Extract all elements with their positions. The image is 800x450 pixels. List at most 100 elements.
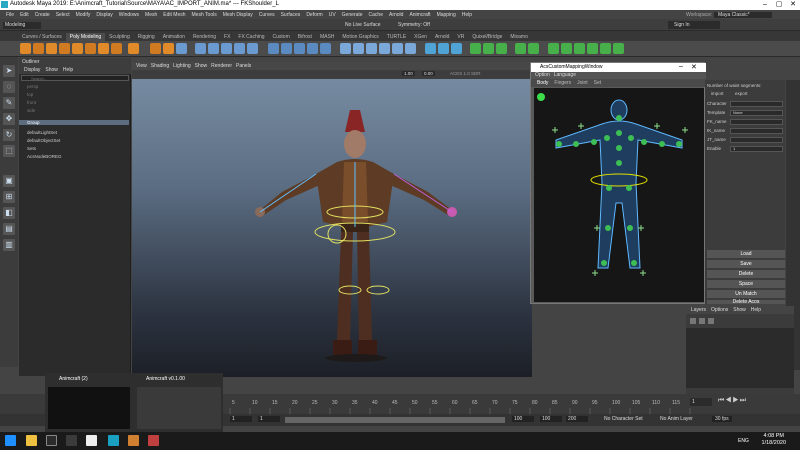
gamma-field[interactable]: 1.00 [402, 71, 415, 76]
symmetry-label[interactable]: Symmetry: Off [398, 22, 430, 28]
layer-menu-help[interactable]: Help [751, 306, 761, 314]
app-icon[interactable] [86, 435, 97, 446]
thumbnail-1[interactable] [48, 387, 130, 429]
wax-icon[interactable] [613, 43, 624, 54]
vp-menu-shading[interactable]: Shading [151, 62, 169, 70]
taskbar-clock[interactable]: 4:08 PM 1/18/2020 [762, 433, 786, 447]
poly-cube-icon[interactable] [33, 43, 44, 54]
shelf-tab-active[interactable]: Poly Modeling [65, 33, 106, 41]
shelf-tab[interactable]: Motion Graphics [338, 33, 382, 41]
shelf-tab[interactable]: Bifrost [294, 33, 316, 41]
outliner-item-lightset[interactable]: defaultLightSet [27, 130, 57, 135]
combine-icon[interactable] [150, 43, 161, 54]
shelf-tab[interactable]: TURTLE [383, 33, 410, 41]
thumbnail-2[interactable] [137, 387, 221, 429]
menu-select[interactable]: Select [56, 12, 70, 18]
anim-end-field[interactable]: 200 [566, 416, 588, 422]
menu-animcraft[interactable]: Animcraft [409, 12, 430, 18]
windows-start-icon[interactable] [5, 435, 16, 446]
slide-edge-icon[interactable] [353, 43, 364, 54]
language-indicator[interactable]: ENG [738, 438, 749, 444]
scale-tool-icon[interactable]: ⬚ [3, 145, 15, 157]
layout-side-icon[interactable]: ◧ [3, 207, 15, 219]
offset-edge-icon[interactable] [405, 43, 416, 54]
sign-in-button[interactable]: Sign In [668, 21, 720, 29]
shelf-tab[interactable]: Arnold [431, 33, 453, 41]
menu-edit[interactable]: Edit [20, 12, 29, 18]
tab-set[interactable]: Set [594, 79, 602, 87]
sculpt-icon[interactable] [470, 43, 481, 54]
fill-hole-icon[interactable] [320, 43, 331, 54]
poly-pipe-icon[interactable] [111, 43, 122, 54]
grab-icon[interactable] [515, 43, 526, 54]
tab-body[interactable]: Body [537, 79, 548, 87]
smooth-icon[interactable] [176, 43, 187, 54]
unmatch-button[interactable]: Un Match [707, 290, 785, 298]
workspace-select[interactable]: Maya Classic* [714, 11, 772, 18]
shelf-tab[interactable]: Animation [159, 33, 189, 41]
poly-helix-icon[interactable] [128, 43, 139, 54]
load-button[interactable]: Load [707, 250, 785, 258]
shelf-tab[interactable]: Quixel/Bridge [468, 33, 506, 41]
vp-menu-view[interactable]: View [136, 62, 147, 70]
shelf-tab[interactable]: Rendering [189, 33, 220, 41]
poly-cylinder-icon[interactable] [46, 43, 57, 54]
outliner-item-front[interactable]: front [27, 100, 36, 105]
spray-icon[interactable] [574, 43, 585, 54]
move-tool-icon[interactable]: ✥ [3, 113, 15, 125]
outliner-item-persp[interactable]: persp [27, 84, 38, 89]
paint-select-icon[interactable]: ✎ [3, 97, 15, 109]
shelf-tab[interactable]: Sculpting [105, 33, 134, 41]
mapping-close-button[interactable]: ✕ [691, 63, 697, 71]
menu-mesh-display[interactable]: Mesh Display [223, 12, 253, 18]
menu-generate[interactable]: Generate [342, 12, 363, 18]
repeat-icon[interactable] [587, 43, 598, 54]
playback-start-field[interactable]: 1 [258, 416, 280, 422]
uv-editor-icon[interactable] [451, 43, 462, 54]
anim-layer-select[interactable]: No Anim Layer [660, 416, 693, 422]
layout-outliner-icon[interactable]: ▤ [3, 223, 15, 235]
menu-deform[interactable]: Deform [306, 12, 322, 18]
bridge-icon[interactable] [234, 43, 245, 54]
tab-joint[interactable]: Joint [577, 79, 588, 87]
poke-icon[interactable] [379, 43, 390, 54]
delete-acos-button[interactable]: Delete Acos [707, 300, 785, 305]
connect-icon[interactable] [366, 43, 377, 54]
menu-modify[interactable]: Modify [76, 12, 91, 18]
menu-arnold[interactable]: Arnold [389, 12, 403, 18]
shelf-tab[interactable]: VR [453, 33, 468, 41]
viewport-3d[interactable] [132, 62, 532, 377]
menu-display[interactable]: Display [96, 12, 112, 18]
maya-taskbar-icon[interactable] [108, 435, 119, 446]
planar-uv-icon[interactable] [425, 43, 436, 54]
wedge-icon[interactable] [392, 43, 403, 54]
layout-graph-icon[interactable]: ▥ [3, 239, 15, 251]
poly-torus-icon[interactable] [72, 43, 83, 54]
menu-edit-mesh[interactable]: Edit Mesh [163, 12, 185, 18]
shelf-tab[interactable]: XGen [410, 33, 431, 41]
body-mapping-canvas[interactable] [534, 88, 704, 302]
outliner-search-input[interactable]: Search... [21, 75, 129, 81]
boolean-icon[interactable] [195, 43, 206, 54]
poly-cone-icon[interactable] [59, 43, 70, 54]
new-layer-icon[interactable] [690, 318, 696, 324]
lasso-tool-icon[interactable]: ◌ [3, 81, 15, 93]
save-button[interactable]: Save [707, 260, 785, 268]
app-icon[interactable] [148, 435, 159, 446]
mirror-icon[interactable] [208, 43, 219, 54]
mapping-menu-language[interactable]: Language [554, 72, 576, 79]
mapping-menu-option[interactable]: Option [535, 72, 550, 79]
vp-menu-renderer[interactable]: Renderer [211, 62, 232, 70]
colorspace-label[interactable]: ACES 1.0 SDR [450, 71, 481, 76]
fk-name-field[interactable] [730, 119, 783, 125]
layer-menu-show[interactable]: Show [733, 306, 746, 314]
playback-end-field[interactable]: 100 [512, 416, 534, 422]
live-surface-label[interactable]: No Live Surface [345, 22, 381, 28]
outliner-item-group[interactable]: Group [19, 120, 129, 125]
outliner-item-sets[interactable]: Sets [27, 146, 36, 151]
quad-draw-icon[interactable] [340, 43, 351, 54]
shelf-tab[interactable]: MASH [316, 33, 338, 41]
fps-select[interactable]: 30 fps [712, 416, 732, 422]
flatten-icon[interactable] [548, 43, 559, 54]
outliner-item-acsnode[interactable]: AcsNodeBOREG [27, 154, 62, 159]
